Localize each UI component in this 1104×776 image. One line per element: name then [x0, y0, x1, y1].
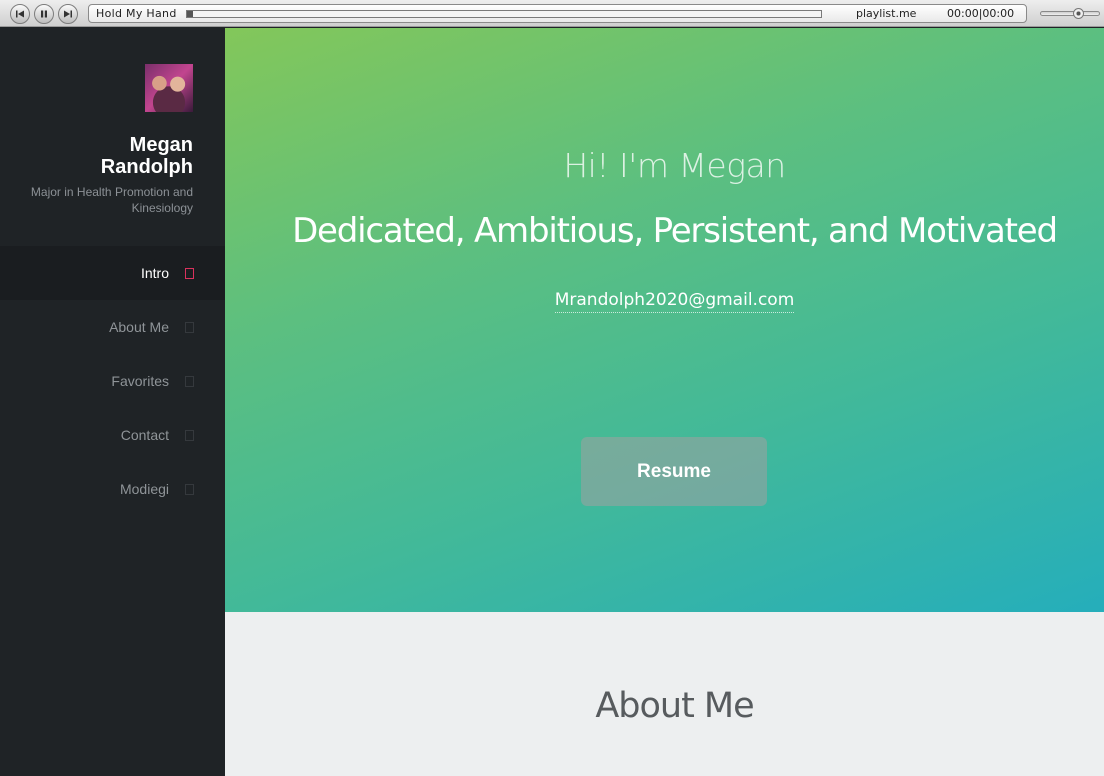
nav-marker-icon: [185, 376, 194, 387]
previous-button[interactable]: [10, 4, 30, 24]
progress-fill: [187, 11, 194, 17]
sidebar-item-label: Favorites: [111, 373, 169, 389]
nav-marker-icon: [185, 484, 194, 495]
sidebar-item-modiegi[interactable]: Modiegi: [0, 462, 225, 516]
volume-slider[interactable]: [1040, 8, 1100, 19]
sidebar-item-label: Modiegi: [119, 481, 169, 497]
playlist-link[interactable]: playlist.me: [856, 7, 916, 20]
player-display: Hold My Hand playlist.me 00:00|00:00: [88, 4, 1027, 23]
sidebar-item-intro[interactable]: Intro: [0, 246, 225, 300]
hero-subtitle: Dedicated, Ambitious, Persistent, and Mo…: [292, 211, 1058, 251]
nav-marker-icon: [185, 430, 194, 441]
sidebar: Megan Randolph Major in Health Promotion…: [0, 28, 225, 776]
track-title: Hold My Hand: [96, 7, 177, 20]
volume-knob[interactable]: [1072, 8, 1084, 19]
progress-bar[interactable]: [186, 10, 822, 18]
hero-section: Hi! I'm Megan Dedicated, Ambitious, Pers…: [225, 28, 1104, 612]
previous-icon: [16, 10, 24, 18]
nav-marker-icon: [185, 268, 194, 279]
sidebar-item-contact[interactable]: Contact: [0, 408, 225, 462]
hero-greeting: Hi! I'm Megan: [563, 146, 786, 185]
about-title: About Me: [595, 686, 754, 726]
about-section: About Me: [225, 612, 1104, 776]
next-button[interactable]: [58, 4, 78, 24]
next-icon: [64, 10, 72, 18]
email-link[interactable]: Mrandolph2020@gmail.com: [554, 290, 795, 313]
pause-button[interactable]: [34, 4, 54, 24]
email-link-wrapper: Mrandolph2020@gmail.com: [225, 290, 1104, 313]
sidebar-nav: Intro About Me Favorites Contact Modiegi: [0, 246, 225, 516]
sidebar-item-label: Contact: [120, 427, 169, 443]
sidebar-item-label: About Me: [109, 319, 169, 335]
music-player-bar: Hold My Hand playlist.me 00:00|00:00: [0, 0, 1104, 27]
profile-tagline: Major in Health Promotion and Kinesiolog…: [30, 185, 193, 215]
sidebar-item-about-me[interactable]: About Me: [0, 300, 225, 354]
profile-name: Megan Randolph: [100, 134, 193, 178]
resume-button[interactable]: Resume: [581, 437, 767, 506]
avatar: [145, 64, 193, 112]
sidebar-item-label: Intro: [140, 265, 169, 281]
time-display: 00:00|00:00: [947, 7, 1015, 20]
sidebar-item-favorites[interactable]: Favorites: [0, 354, 225, 408]
pause-icon: [41, 10, 47, 18]
nav-marker-icon: [185, 322, 194, 333]
